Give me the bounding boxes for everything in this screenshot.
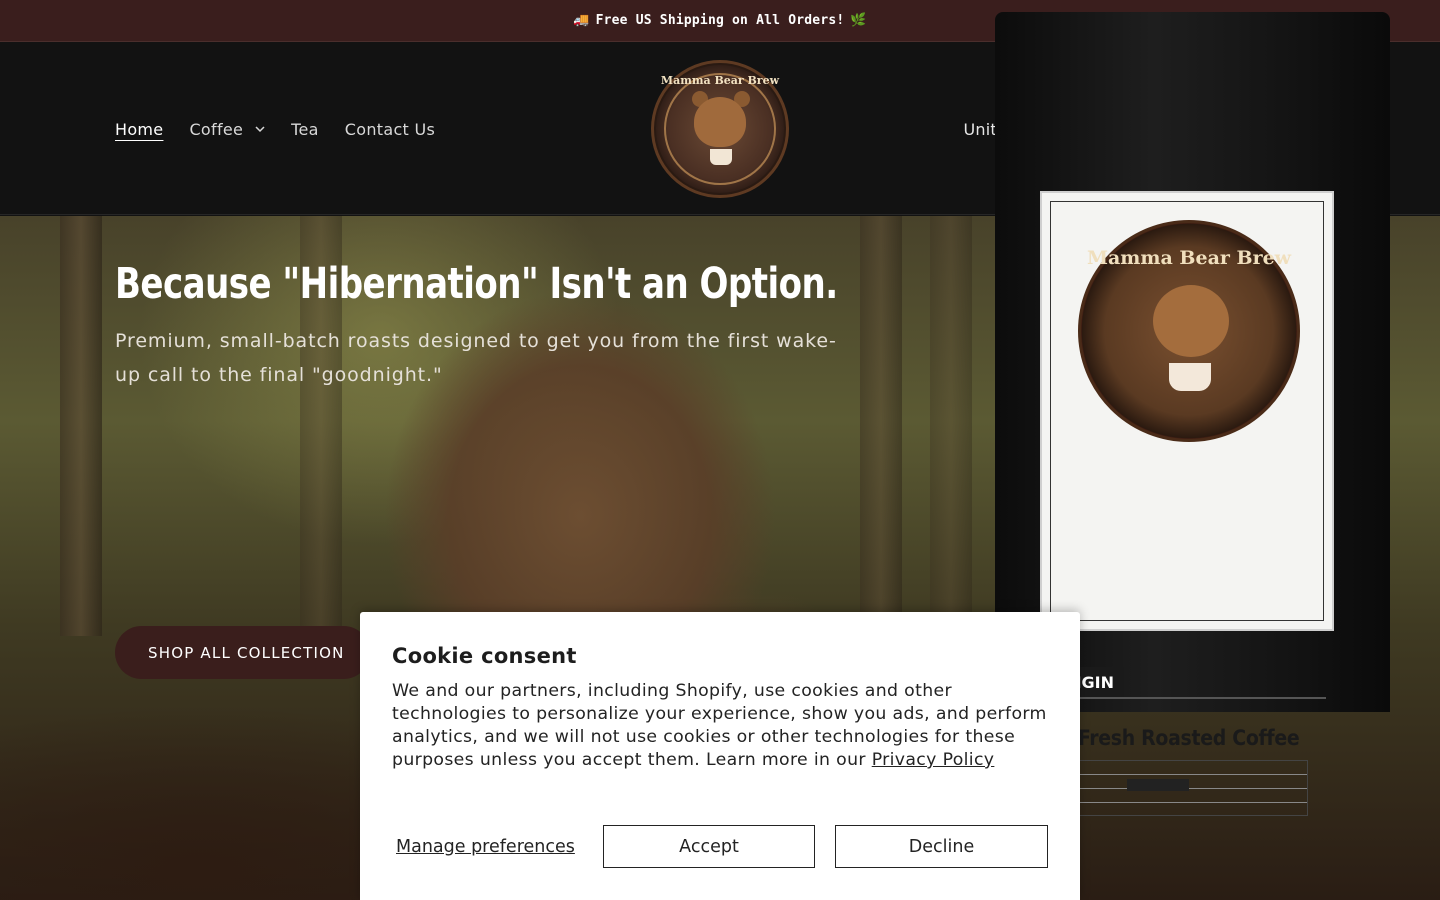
bag-product-text: Fresh Roasted Coffee [1078, 726, 1300, 750]
shop-all-button[interactable]: SHOP ALL COLLECTION [115, 626, 370, 679]
manage-preferences-link[interactable]: Manage preferences [392, 837, 603, 857]
hero-tree [860, 216, 902, 636]
hero-content: Because "Hibernation" Isn't an Option. P… [115, 256, 855, 392]
cookie-consent-banner: Cookie consent We and our partners, incl… [360, 612, 1080, 900]
hero-tree [60, 216, 102, 636]
nav-item-contact[interactable]: Contact Us [345, 120, 435, 139]
nav-item-coffee[interactable]: Coffee [189, 120, 265, 139]
hero-tree [930, 216, 972, 636]
bag-cup-icon [1169, 363, 1211, 391]
nav-item-tea[interactable]: Tea [291, 120, 319, 139]
logo-bear-icon [694, 97, 746, 147]
cookie-body: We and our partners, including Shopify, … [392, 680, 1048, 772]
truck-icon: 🚚 [573, 13, 590, 28]
leaf-icon: 🌿 [850, 13, 867, 28]
chevron-down-icon [255, 126, 265, 133]
nav-item-label: Home [115, 119, 164, 139]
nav-item-label: Coffee [189, 119, 244, 139]
accept-button[interactable]: Accept [603, 825, 815, 868]
cookie-actions: Manage preferences Accept Decline [392, 825, 1048, 868]
hero-subtitle: Premium, small-batch roasts designed to … [115, 330, 837, 386]
logo-text: Mamma Bear Brew [660, 74, 780, 87]
nav-item-label: Tea [291, 119, 319, 139]
nav-item-home[interactable]: Home [115, 120, 163, 139]
hero-title: Because "Hibernation" Isn't an Option. [115, 259, 838, 309]
coffee-bag-seal: Mamma Bear Brew [1078, 220, 1300, 442]
site-logo[interactable]: Mamma Bear Brew [651, 60, 789, 198]
bag-info-table [1078, 760, 1308, 816]
decline-button[interactable]: Decline [835, 825, 1048, 868]
cookie-title: Cookie consent [392, 644, 577, 668]
privacy-policy-link[interactable]: Privacy Policy [872, 750, 995, 770]
announcement-text: Free US Shipping on All Orders! [595, 13, 845, 28]
nav-item-label: Contact Us [344, 119, 436, 139]
bag-divider [1048, 697, 1326, 699]
bag-bear-icon [1153, 285, 1229, 357]
logo-cup-icon [710, 149, 732, 165]
main-nav: Home Coffee Tea Contact Us [115, 43, 461, 215]
bag-seal-text: Mamma Bear Brew [1086, 247, 1292, 269]
